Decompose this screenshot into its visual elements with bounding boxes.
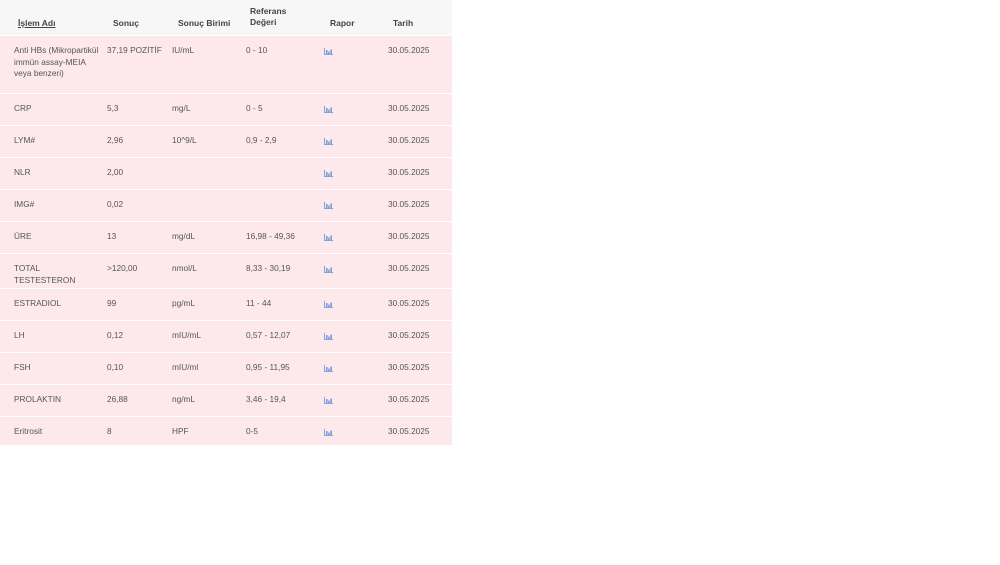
report-bar-chart-icon[interactable] xyxy=(324,106,338,113)
lab-results-table: İşlem Adı Sonuç Sonuç Birimi Referans De… xyxy=(0,0,452,445)
cell-sonuc: 13 xyxy=(107,231,117,241)
cell-sonuc: 26,88 xyxy=(107,394,128,404)
cell-islem-adi: Anti HBs (Mikropartikül immün assay-MEIA… xyxy=(14,45,99,78)
cell-sonuc: 0,02 xyxy=(107,199,124,209)
table-row: IMG# 0,02 30.05.2025 xyxy=(0,189,452,221)
cell-sonuc-birimi: HPF xyxy=(172,426,189,436)
table-row: ÜRE 13 mg/dL 16,98 - 49,36 30.05.2025 xyxy=(0,221,452,253)
table-body: Anti HBs (Mikropartikül immün assay-MEIA… xyxy=(0,35,452,445)
report-bar-chart-icon[interactable] xyxy=(324,266,338,273)
cell-islem-adi: LYM# xyxy=(14,135,36,145)
cell-referans-degeri: 0,9 - 2,9 xyxy=(246,135,277,145)
header-referans-degeri[interactable]: Referans Değeri xyxy=(250,6,294,28)
cell-referans-degeri: 8,33 - 30,19 xyxy=(246,263,291,273)
report-bar-chart-icon[interactable] xyxy=(324,202,338,209)
cell-sonuc: 2,96 xyxy=(107,135,124,145)
cell-referans-degeri: 0,57 - 12,07 xyxy=(246,330,291,340)
cell-sonuc: 0,12 xyxy=(107,330,124,340)
cell-islem-adi: NLR xyxy=(14,167,31,177)
header-sonuc[interactable]: Sonuç xyxy=(113,18,139,29)
cell-referans-degeri: 11 - 44 xyxy=(246,298,272,308)
cell-islem-adi: TOTAL TESTESTERON xyxy=(14,263,76,285)
cell-tarih: 30.05.2025 xyxy=(388,298,430,308)
cell-tarih: 30.05.2025 xyxy=(388,426,430,436)
cell-sonuc-birimi: mIU/ml xyxy=(172,362,199,372)
cell-sonuc: 37,19 POZİTİF xyxy=(107,45,162,55)
cell-sonuc: 5,3 xyxy=(107,103,119,113)
cell-tarih: 30.05.2025 xyxy=(388,167,430,177)
table-row: Anti HBs (Mikropartikül immün assay-MEIA… xyxy=(0,35,452,93)
cell-sonuc-birimi: IU/mL xyxy=(172,45,195,55)
cell-sonuc-birimi: 10^9/L xyxy=(172,135,197,145)
cell-sonuc-birimi: pg/mL xyxy=(172,298,196,308)
cell-islem-adi: PROLAKTIN xyxy=(14,394,62,404)
table-row: NLR 2,00 30.05.2025 xyxy=(0,157,452,189)
report-bar-chart-icon[interactable] xyxy=(324,397,338,404)
report-bar-chart-icon[interactable] xyxy=(324,301,338,308)
cell-islem-adi: CRP xyxy=(14,103,32,113)
table-header: İşlem Adı Sonuç Sonuç Birimi Referans De… xyxy=(0,0,452,35)
table-row: ESTRADIOL 99 pg/mL 11 - 44 30.05.2025 xyxy=(0,288,452,320)
cell-sonuc-birimi: mg/L xyxy=(172,103,191,113)
cell-tarih: 30.05.2025 xyxy=(388,394,430,404)
cell-tarih: 30.05.2025 xyxy=(388,330,430,340)
table-row: TOTAL TESTESTERON >120,00 nmol/L 8,33 - 30,… xyxy=(0,253,452,288)
table-row: PROLAKTIN 26,88 ng/mL 3,46 - 19,4 30.05.2025 xyxy=(0,384,452,416)
table-row: Eritrosit 8 HPF 0-5 30.05.2025 xyxy=(0,416,452,445)
table-row: LH 0,12 mIU/mL 0,57 - 12,07 30.05.2025 xyxy=(0,320,452,352)
report-bar-chart-icon[interactable] xyxy=(324,429,338,436)
table-row: FSH 0,10 mIU/ml 0,95 - 11,95 30.05.2025 xyxy=(0,352,452,384)
cell-islem-adi: Eritrosit xyxy=(14,426,43,436)
cell-referans-degeri: 0 - 5 xyxy=(246,103,263,113)
cell-sonuc: >120,00 xyxy=(107,263,138,273)
table-row: CRP 5,3 mg/L 0 - 5 30.05.2025 xyxy=(0,93,452,125)
cell-sonuc-birimi: ng/mL xyxy=(172,394,196,404)
cell-sonuc-birimi: mg/dL xyxy=(172,231,196,241)
cell-tarih: 30.05.2025 xyxy=(388,231,430,241)
report-bar-chart-icon[interactable] xyxy=(324,234,338,241)
cell-referans-degeri: 0-5 xyxy=(246,426,258,436)
cell-tarih: 30.05.2025 xyxy=(388,103,430,113)
cell-islem-adi: ESTRADIOL xyxy=(14,298,62,308)
cell-islem-adi: ÜRE xyxy=(14,231,32,241)
report-bar-chart-icon[interactable] xyxy=(324,138,338,145)
cell-sonuc: 2,00 xyxy=(107,167,124,177)
report-bar-chart-icon[interactable] xyxy=(324,365,338,372)
cell-referans-degeri: 0,95 - 11,95 xyxy=(246,362,290,372)
header-tarih[interactable]: Tarih xyxy=(393,18,413,29)
report-bar-chart-icon[interactable] xyxy=(324,333,338,340)
cell-referans-degeri: 16,98 - 49,36 xyxy=(246,231,295,241)
header-sonuc-birimi[interactable]: Sonuç Birimi xyxy=(178,18,230,29)
cell-referans-degeri: 0 - 10 xyxy=(246,45,268,55)
cell-sonuc: 0,10 xyxy=(107,362,124,372)
cell-sonuc-birimi: mIU/mL xyxy=(172,330,202,340)
cell-tarih: 30.05.2025 xyxy=(388,263,430,273)
cell-islem-adi: FSH xyxy=(14,362,31,372)
cell-tarih: 30.05.2025 xyxy=(388,199,430,209)
cell-referans-degeri: 3,46 - 19,4 xyxy=(246,394,286,404)
cell-tarih: 30.05.2025 xyxy=(388,135,430,145)
header-islem-adi[interactable]: İşlem Adı xyxy=(18,18,55,29)
table-row: LYM# 2,96 10^9/L 0,9 - 2,9 30.05.2025 xyxy=(0,125,452,157)
cell-sonuc: 8 xyxy=(107,426,112,436)
cell-sonuc: 99 xyxy=(107,298,117,308)
cell-tarih: 30.05.2025 xyxy=(388,362,430,372)
cell-islem-adi: IMG# xyxy=(14,199,35,209)
cell-islem-adi: LH xyxy=(14,330,25,340)
header-rapor[interactable]: Rapor xyxy=(330,18,355,29)
cell-tarih: 30.05.2025 xyxy=(388,45,430,55)
report-bar-chart-icon[interactable] xyxy=(324,48,338,55)
report-bar-chart-icon[interactable] xyxy=(324,170,338,177)
cell-sonuc-birimi: nmol/L xyxy=(172,263,197,273)
